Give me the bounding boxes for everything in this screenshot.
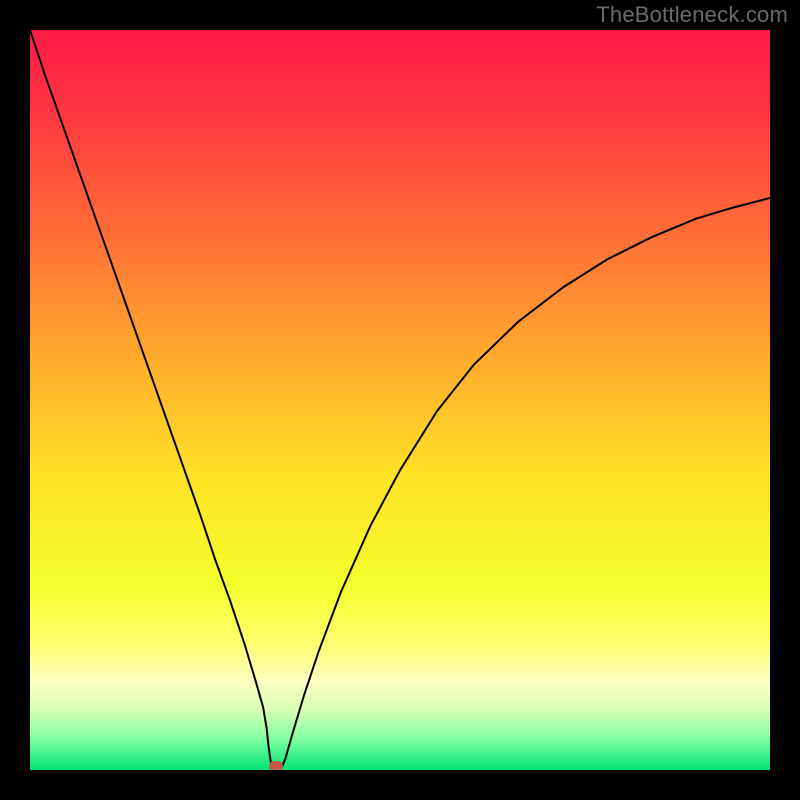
chart-frame: TheBottleneck.com	[0, 0, 800, 800]
optimal-point-marker	[269, 761, 283, 770]
chart-plot-area	[30, 30, 770, 770]
watermark-text: TheBottleneck.com	[596, 2, 788, 28]
chart-background	[30, 30, 770, 770]
chart-svg	[30, 30, 770, 770]
